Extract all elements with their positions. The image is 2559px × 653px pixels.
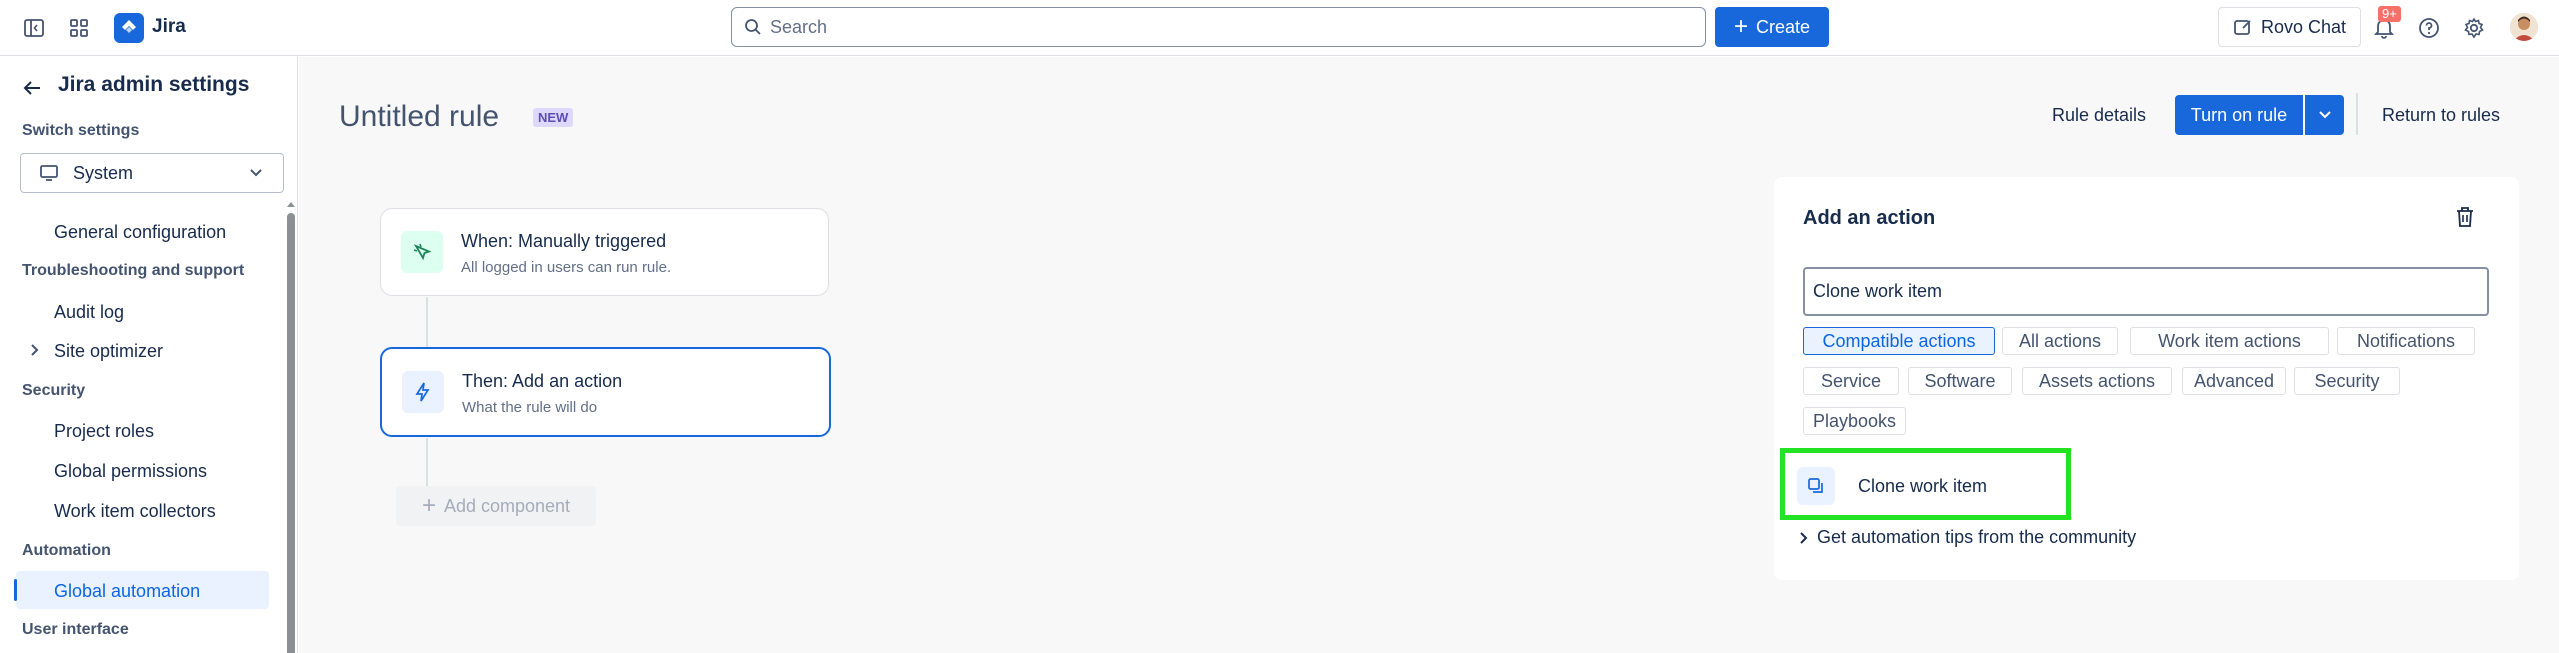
trigger-subtitle: All logged in users can run rule. (461, 259, 672, 276)
action-subtitle: What the rule will do (462, 399, 598, 416)
plus-icon: + (1733, 13, 1748, 40)
sidebar-item-global-automation[interactable]: Global automation (54, 581, 200, 602)
sidebar-item-global-permissions[interactable]: Global permissions (54, 461, 207, 482)
action-search-input[interactable] (1805, 269, 2487, 314)
sidebar-section-security: Security (22, 382, 86, 399)
create-label: Create (1755, 16, 1811, 37)
chevron-right-icon (1799, 531, 1809, 545)
notification-badge: 9+ (2378, 6, 2401, 22)
chip-work-item-actions[interactable]: Work item actions (2130, 327, 2329, 355)
switcher-value: System (73, 162, 134, 183)
add-action-panel: Add an action Compatible actions All act… (1774, 177, 2519, 580)
action-title: Then: Add an action (462, 371, 623, 391)
app-name[interactable]: Jira (152, 16, 186, 38)
app-switcher-icon[interactable] (65, 14, 93, 42)
header-divider (2356, 93, 2358, 135)
search-input[interactable] (762, 16, 1705, 38)
chip-security[interactable]: Security (2294, 367, 2400, 395)
admin-sidebar: Jira admin settings Switch settings Syst… (0, 57, 298, 653)
sidebar-item-general-configuration[interactable]: General configuration (54, 222, 226, 243)
plus-icon: + (421, 492, 436, 519)
chip-software[interactable]: Software (1908, 367, 2012, 395)
return-to-rules-button[interactable]: Return to rules (2382, 105, 2500, 126)
user-avatar[interactable] (2510, 13, 2538, 41)
sidebar-section-troubleshooting: Troubleshooting and support (22, 262, 245, 279)
sidebar-item-audit-log[interactable]: Audit log (54, 302, 124, 323)
chevron-right-icon[interactable] (30, 343, 40, 357)
create-button[interactable]: + Create (1715, 7, 1829, 47)
switch-settings-label: Switch settings (22, 122, 140, 139)
chevron-down-icon (249, 168, 263, 178)
add-component-label: Add component (443, 495, 571, 516)
panel-title: Add an action (1803, 207, 1936, 229)
trigger-title: When: Manually triggered (461, 231, 667, 251)
sidebar-toggle-icon[interactable] (20, 14, 48, 42)
trigger-icon (401, 231, 443, 273)
sidebar-item-project-roles[interactable]: Project roles (54, 421, 154, 442)
settings-gear-icon[interactable] (2460, 14, 2488, 42)
sidebar-item-work-item-collectors[interactable]: Work item collectors (54, 501, 216, 522)
chip-playbooks[interactable]: Playbooks (1803, 407, 1906, 435)
back-arrow-icon[interactable] (20, 76, 44, 105)
settings-switcher-select[interactable]: System (20, 153, 284, 193)
sidebar-section-automation: Automation (22, 542, 111, 559)
tips-label: Get automation tips from the community (1817, 527, 2137, 547)
sidebar-section-user-interface: User interface (22, 621, 129, 638)
rule-editor: Untitled rule NEW Rule details Turn on r… (299, 57, 2559, 653)
sidebar-title: Jira admin settings (58, 73, 250, 96)
action-search-field[interactable] (1803, 267, 2489, 316)
rule-title[interactable]: Untitled rule (339, 100, 499, 134)
rule-details-button[interactable]: Rule details (2052, 105, 2146, 126)
scroll-up-arrow-icon[interactable] (286, 200, 296, 208)
chip-notifications[interactable]: Notifications (2337, 327, 2475, 355)
turn-on-options-button[interactable] (2305, 95, 2344, 135)
sidebar-item-site-optimizer[interactable]: Site optimizer (54, 341, 163, 362)
monitor-icon (39, 164, 59, 182)
active-indicator (14, 579, 17, 601)
turn-on-label: Turn on rule (2190, 104, 2288, 125)
clone-icon (1797, 467, 1835, 505)
chevron-down-icon (2318, 110, 2332, 120)
trigger-card[interactable]: When: Manually triggered All logged in u… (380, 208, 829, 296)
search-icon (744, 18, 762, 36)
turn-on-rule-button[interactable]: Turn on rule (2175, 95, 2303, 135)
search-bar[interactable] (731, 7, 1706, 47)
chip-service[interactable]: Service (1803, 367, 1899, 395)
top-navigation: Jira + Create Rovo Chat 9+ (0, 0, 2559, 56)
flow-connector (426, 438, 428, 486)
chip-compatible-actions[interactable]: Compatible actions (1803, 327, 1995, 355)
help-icon[interactable] (2415, 14, 2443, 42)
sidebar-scrollbar[interactable] (287, 213, 295, 653)
rovo-chat-label: Rovo Chat (2260, 16, 2347, 37)
clone-work-item-option[interactable]: Clone work item (1858, 476, 1987, 497)
chip-advanced[interactable]: Advanced (2182, 367, 2286, 395)
chip-assets-actions[interactable]: Assets actions (2022, 367, 2172, 395)
lightning-icon (402, 371, 444, 413)
jira-logo-icon[interactable] (114, 13, 144, 43)
rovo-chat-button[interactable]: Rovo Chat (2218, 7, 2361, 47)
new-badge: NEW (533, 108, 574, 127)
chat-edit-icon (2233, 17, 2253, 37)
action-card[interactable]: Then: Add an action What the rule will d… (380, 347, 831, 437)
add-component-button[interactable]: + Add component (396, 486, 596, 526)
chip-all-actions[interactable]: All actions (2002, 327, 2118, 355)
trash-icon[interactable] (2454, 205, 2476, 234)
flow-connector (426, 297, 428, 348)
automation-tips-link[interactable]: Get automation tips from the community (1799, 527, 2136, 548)
